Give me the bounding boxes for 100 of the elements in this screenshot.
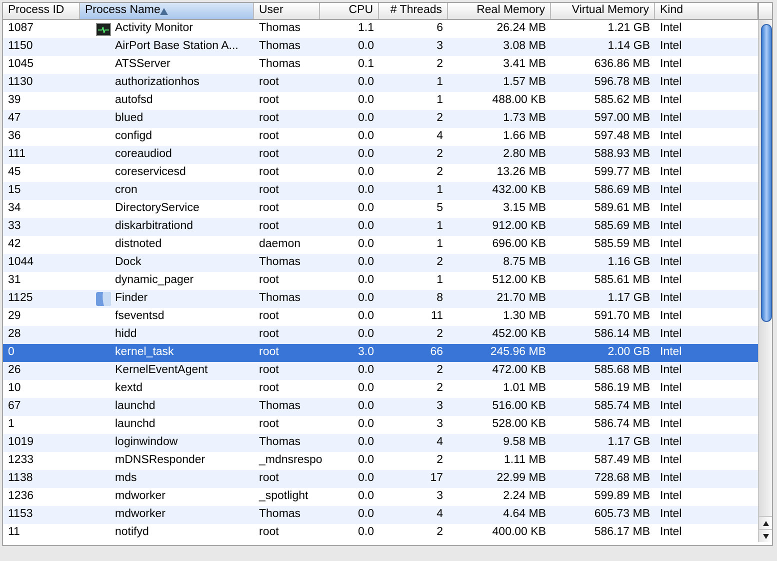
table-cell-text: 585.69 MB xyxy=(594,219,650,234)
table-cell-text: 586.19 MB xyxy=(594,381,650,396)
table-cell-text: 3.0 xyxy=(358,345,374,360)
table-cell-text: 0.0 xyxy=(358,291,374,306)
column-header[interactable]: Process ID xyxy=(3,3,80,19)
table-cell-text: autofsd xyxy=(115,93,153,108)
table-row[interactable]: 28 hidd root 0.0 2 452.00 KB 586.14 MB Intel xyxy=(3,326,758,344)
table-cell-text: 0.0 xyxy=(358,255,374,270)
scroll-up-button[interactable] xyxy=(758,516,772,529)
table-cell-text: 1019 xyxy=(8,435,34,450)
table-cell-text: 1130 xyxy=(8,75,33,90)
table-cell-text: mDNSResponder xyxy=(115,453,206,468)
table-cell-text: 0.0 xyxy=(358,453,374,468)
scrollbar-thumb[interactable] xyxy=(761,24,772,322)
table-cell-text: 6 xyxy=(436,21,443,36)
table-row[interactable]: 47 blued root 0.0 2 1.73 MB 597.00 MB Intel xyxy=(3,110,758,128)
table-cell-text: 1138 xyxy=(8,471,33,486)
table-cell-text: Thomas xyxy=(259,39,301,54)
table-cell-text: 1.14 GB xyxy=(608,39,650,54)
activity-graph-icon xyxy=(96,22,110,36)
table-cell-text: 585.61 MB xyxy=(594,273,650,288)
table-cell-text: 1.17 GB xyxy=(608,435,650,450)
table-cell-text: Intel xyxy=(660,435,682,450)
table-cell-text: 1 xyxy=(436,75,443,90)
table-cell-text: 2.00 GB xyxy=(608,345,650,360)
table-row[interactable]: 1138 mds root 0.0 17 22.99 MB 728.68 MB Intel xyxy=(3,470,758,488)
table-cell-text: Intel xyxy=(660,147,682,162)
table-cell-text: Intel xyxy=(660,57,682,72)
table-cell-text: Intel xyxy=(660,255,682,270)
column-header[interactable]: Kind xyxy=(655,3,758,19)
table-row[interactable]: 26 KernelEventAgent root 0.0 2 472.00 KB 585.68 MB Intel xyxy=(3,362,758,380)
table-cell-text: launchd xyxy=(115,399,156,414)
table-row[interactable]: 33 diskarbitrationd root 0.0 1 912.00 KB 585.69 MB Intel xyxy=(3,218,758,236)
table-cell-text: 1.16 GB xyxy=(608,255,650,270)
table-cell-text: 0.0 xyxy=(358,273,374,288)
table-cell-text: 0.1 xyxy=(358,57,374,72)
table-row[interactable]: 1150 AirPort Base Station A... Thomas 0.0 3 3.08 MB 1.14 GB Intel xyxy=(3,38,758,56)
table-cell-text: 28 xyxy=(8,327,21,342)
table-cell-text: 39 xyxy=(8,93,21,108)
table-cell-text: 45 xyxy=(8,165,21,180)
table-cell-text: 8.75 MB xyxy=(503,255,546,270)
scroll-down-button[interactable] xyxy=(758,529,772,542)
table-cell-text: 585.59 MB xyxy=(594,237,650,252)
table-cell-text: 1 xyxy=(436,93,443,108)
finder-face-icon xyxy=(96,292,110,306)
table-cell-text: 15 xyxy=(8,183,21,198)
table-cell-text: 728.68 MB xyxy=(594,471,650,486)
table-cell-text: Thomas xyxy=(259,399,301,414)
table-cell-text: 1.21 GB xyxy=(608,21,650,36)
table-row[interactable]: 1125 Finder Thomas 0.0 8 21.70 MB 1.17 GB Intel xyxy=(3,290,758,308)
sort-ascending-icon xyxy=(160,8,168,14)
table-cell-text: 3 xyxy=(436,489,443,504)
table-cell-text: 0.0 xyxy=(358,507,374,522)
table-cell-text: 33 xyxy=(8,219,21,234)
column-header[interactable]: User xyxy=(254,3,320,19)
table-row[interactable]: 1130 authorizationhos root 0.0 1 1.57 MB 596.78 MB Intel xyxy=(3,74,758,92)
table-cell-text: Intel xyxy=(660,327,682,342)
table-cell-text: root xyxy=(259,471,279,486)
table-cell-text: 1.01 MB xyxy=(503,381,546,396)
table-row[interactable]: 111 coreaudiod root 0.0 2 2.80 MB 588.93 MB Intel xyxy=(3,146,758,164)
table-row[interactable]: 67 launchd Thomas 0.0 3 516.00 KB 585.74 MB Intel xyxy=(3,398,758,416)
table-row[interactable]: 1044 Dock Thomas 0.0 2 8.75 MB 1.16 GB Intel xyxy=(3,254,758,272)
column-header[interactable]: Process Name xyxy=(80,3,254,19)
table-cell-text: 1 xyxy=(436,219,443,234)
table-cell-text: 0.0 xyxy=(358,147,374,162)
table-cell-text: 3 xyxy=(436,399,443,414)
table-cell-text: 585.68 MB xyxy=(594,363,650,378)
table-cell-text: root xyxy=(259,111,279,126)
table-cell-text: Dock xyxy=(115,255,142,270)
up-arrow-icon xyxy=(762,520,768,526)
table-cell-text: 8 xyxy=(436,291,443,306)
table-row[interactable]: 1153 mdworker Thomas 0.0 4 4.64 MB 605.73 MB Intel xyxy=(3,506,758,524)
table-cell-text: 585.62 MB xyxy=(594,93,650,108)
column-header[interactable]: CPU xyxy=(320,3,379,19)
table-cell-text: 2 xyxy=(436,111,443,126)
table-cell-text: 1.73 MB xyxy=(503,111,546,126)
table-cell-text: 516.00 KB xyxy=(492,399,546,414)
column-header[interactable]: Real Memory xyxy=(448,3,551,19)
table-cell-text: Intel xyxy=(660,75,682,90)
column-header[interactable]: Virtual Memory xyxy=(551,3,655,19)
table-cell-text: Intel xyxy=(660,507,682,522)
down-arrow-icon xyxy=(762,534,768,538)
table-row[interactable]: 1019 loginwindow Thomas 0.0 4 9.58 MB 1.17 GB Intel xyxy=(3,434,758,452)
table-cell-text: Thomas xyxy=(259,57,301,72)
table-cell-text: Thomas xyxy=(259,21,301,36)
table-cell-text: 696.00 KB xyxy=(492,237,546,252)
table-cell-text: 26.24 MB xyxy=(496,21,546,36)
table-cell-text: 0 xyxy=(8,345,14,360)
table-cell-text: 597.48 MB xyxy=(594,129,650,144)
table-cell-text: 1125 xyxy=(8,291,33,306)
table-cell-text: 2 xyxy=(436,327,443,342)
table-cell-text: 1 xyxy=(8,417,14,432)
column-header[interactable]: # Threads xyxy=(379,3,448,19)
table-row[interactable]: 15 cron root 0.0 1 432.00 KB 586.69 MB Intel xyxy=(3,182,758,200)
table-cell-text: Intel xyxy=(660,381,682,396)
table-row[interactable]: 0 kernel_task root 3.0 66 245.96 MB 2.00 GB Intel xyxy=(3,344,758,362)
table-cell-text: Thomas xyxy=(259,435,301,450)
table-cell-text: Intel xyxy=(660,111,682,126)
table-cell-text: root xyxy=(259,201,279,216)
table-cell-text: 1 xyxy=(436,273,443,288)
